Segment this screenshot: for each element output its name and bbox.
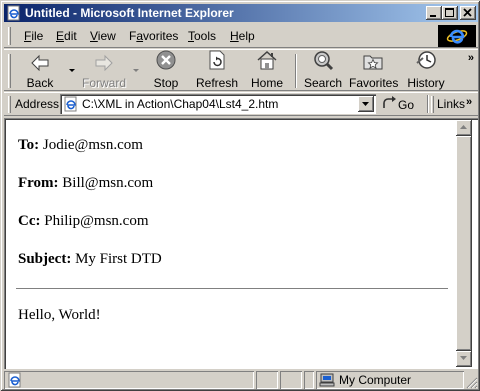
search-icon (312, 49, 334, 74)
refresh-button[interactable]: Refresh (193, 49, 241, 90)
status-panel-3 (280, 371, 302, 389)
menu-edit[interactable]: Edit (56, 29, 77, 43)
links-separator (427, 95, 429, 113)
forward-arrow-icon (93, 51, 115, 74)
ie-page-icon[interactable] (6, 5, 22, 21)
done-page-icon (7, 372, 23, 391)
history-label: History (407, 76, 445, 90)
address-grip[interactable] (8, 96, 11, 113)
menu-favorites[interactable]: Favorites (129, 29, 178, 43)
maximize-button[interactable] (442, 6, 458, 20)
status-main-panel (4, 371, 254, 389)
toolbar-more-chevron[interactable]: » (468, 52, 474, 64)
scroll-thumb[interactable] (456, 136, 472, 351)
html-page-icon (63, 96, 79, 115)
status-bar: My Computer (4, 370, 478, 389)
home-button[interactable]: Home (243, 49, 291, 90)
security-zone-panel: My Computer (316, 371, 464, 389)
favorites-folder-icon (362, 51, 384, 74)
message-body: Hello, World! (18, 307, 101, 323)
toolbar-separator (295, 54, 297, 88)
from-line: From: Bill@msn.com (18, 175, 154, 191)
resize-grip-icon[interactable] (466, 377, 478, 389)
address-bar: Address C:\XML in Action\Chap04\Lst4_2.h… (4, 92, 478, 116)
search-button[interactable]: Search (299, 49, 347, 90)
refresh-icon (207, 49, 227, 74)
links-grip[interactable] (431, 96, 434, 113)
cc-line: Cc: Philip@msn.com (18, 213, 149, 229)
close-button[interactable] (460, 6, 476, 20)
to-line: To: Jodie@msn.com (18, 137, 143, 153)
stop-icon (155, 49, 177, 74)
back-label: Back (26, 76, 54, 90)
zone-label: My Computer (339, 373, 412, 387)
menu-view[interactable]: View (90, 29, 116, 43)
stop-label: Stop (153, 76, 179, 90)
forward-dropdown-icon[interactable] (132, 68, 140, 74)
status-panel-4 (304, 371, 314, 389)
back-button[interactable]: Back (16, 52, 64, 90)
go-arrow-icon (382, 96, 398, 113)
subject-line: Subject: My First DTD (18, 251, 162, 267)
from-value: Bill@msn.com (62, 175, 154, 191)
subject-value: My First DTD (75, 251, 162, 267)
cc-value: Philip@msn.com (44, 213, 149, 229)
home-icon (256, 49, 278, 74)
favorites-button[interactable]: Favorites (349, 51, 399, 90)
menu-bar: File Edit View Favorites Tools Help (4, 24, 478, 48)
home-label: Home (250, 76, 283, 90)
go-button[interactable]: Go (382, 96, 414, 113)
message-document: To: Jodie@msn.com From: Bill@msn.com Cc:… (16, 136, 452, 324)
horizontal-rule (16, 288, 448, 290)
history-button[interactable]: History (402, 49, 450, 90)
status-panel-2 (256, 371, 278, 389)
links-button[interactable]: Links (437, 97, 465, 111)
page-content[interactable]: To: Jodie@msn.com From: Bill@msn.com Cc:… (4, 118, 478, 369)
scroll-up-button[interactable] (456, 120, 472, 136)
back-arrow-icon (29, 51, 51, 74)
scroll-down-button[interactable] (456, 351, 472, 367)
window-title: Untitled - Microsoft Internet Explorer (25, 6, 234, 20)
refresh-label: Refresh (195, 76, 239, 90)
stop-button[interactable]: Stop (142, 49, 190, 90)
title-bar[interactable]: Untitled - Microsoft Internet Explorer (4, 4, 478, 22)
favorites-label: Favorites (349, 76, 399, 90)
to-value: Jodie@msn.com (42, 137, 143, 153)
go-label: Go (398, 97, 415, 112)
vertical-scrollbar[interactable] (456, 120, 472, 367)
address-value: C:\XML in Action\Chap04\Lst4_2.htm (82, 97, 279, 111)
address-label: Address (15, 97, 60, 111)
menu-file[interactable]: File (24, 29, 43, 43)
browser-window: Untitled - Microsoft Internet Explorer F… (0, 0, 480, 391)
address-input[interactable]: C:\XML in Action\Chap04\Lst4_2.htm (60, 94, 376, 114)
forward-label: Forward (81, 76, 126, 90)
forward-button[interactable]: Forward (80, 52, 128, 90)
address-dropdown-button[interactable] (358, 96, 374, 112)
links-more-chevron[interactable]: » (466, 96, 472, 108)
history-clock-icon (415, 49, 437, 74)
toolbar-grip[interactable] (8, 54, 11, 88)
standard-toolbar: Back Forward Stop Refresh Home Search Fa… (4, 49, 478, 91)
my-computer-icon (319, 373, 335, 387)
menu-tools[interactable]: Tools (188, 29, 216, 43)
menu-grip[interactable] (8, 27, 11, 45)
menu-help[interactable]: Help (230, 29, 255, 43)
ie-logo-icon (438, 25, 476, 47)
back-dropdown-icon[interactable] (68, 68, 76, 74)
search-label: Search (303, 76, 343, 90)
minimize-button[interactable] (426, 6, 442, 20)
